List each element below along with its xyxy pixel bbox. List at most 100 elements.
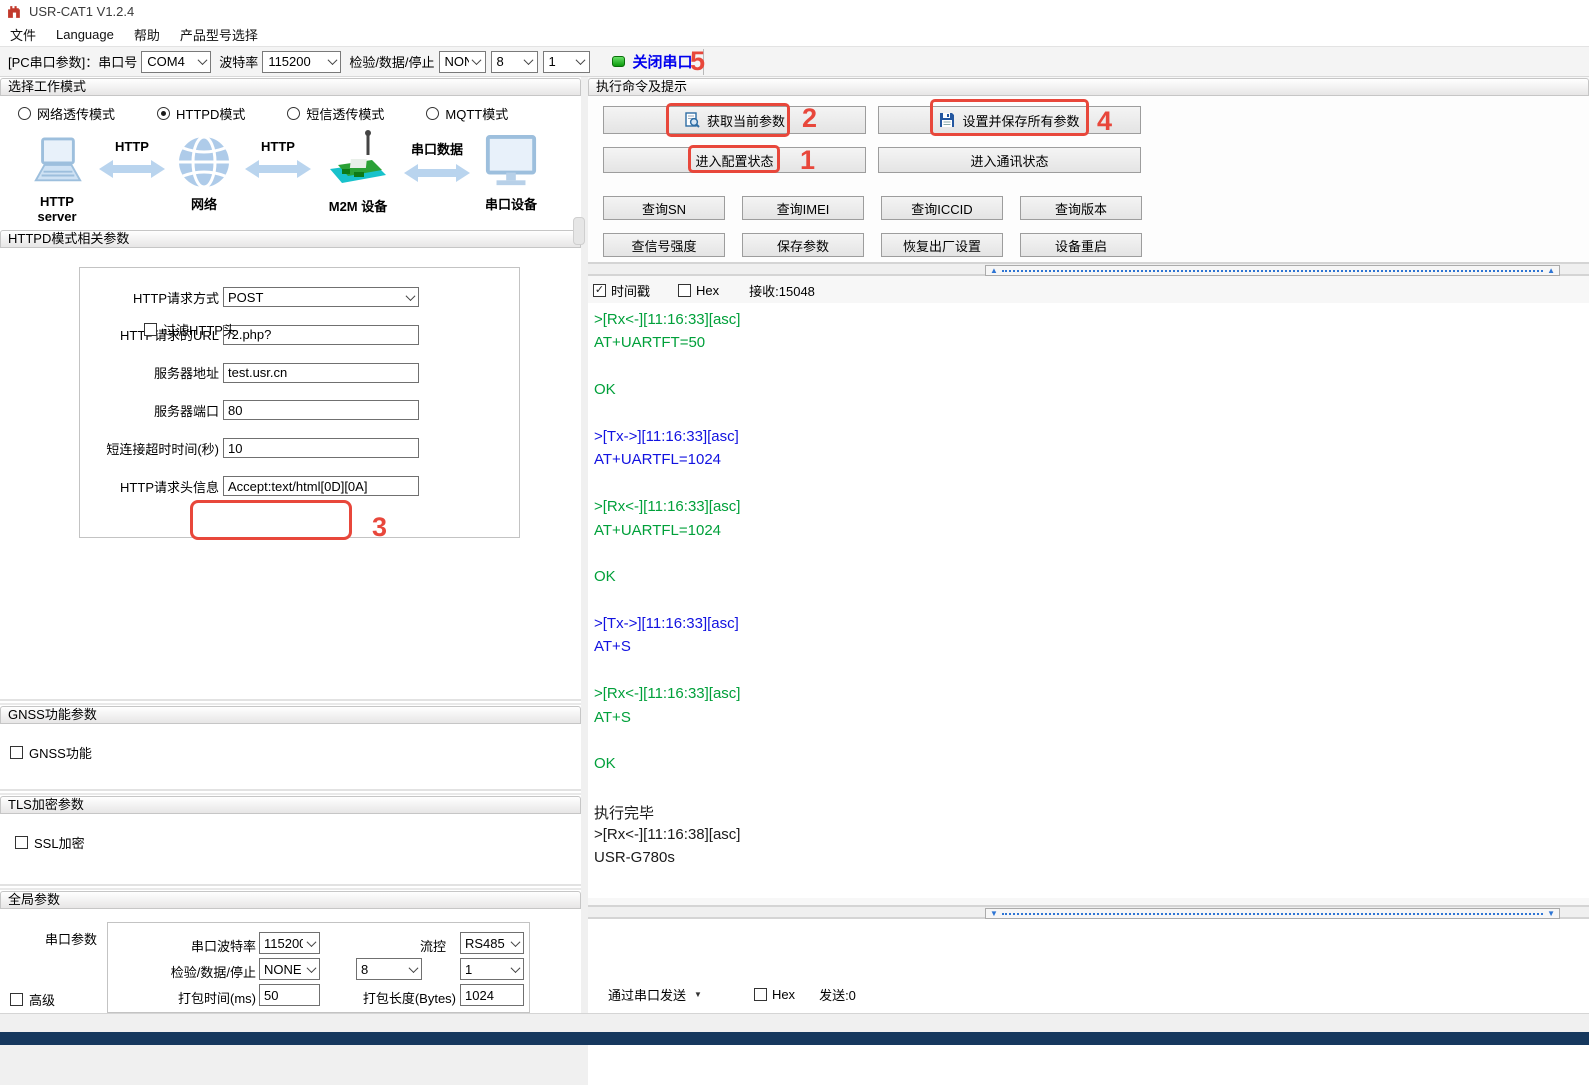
annotation-number-2: 2 <box>802 103 817 134</box>
global-baud-label: 串口波特率 <box>132 936 256 955</box>
global-baud-select[interactable]: 115200 <box>259 932 320 954</box>
hex-checkbox-row[interactable]: Hex <box>678 283 719 298</box>
log-splitter[interactable]: ▲ ▲ <box>588 262 1589 276</box>
global-stopbits-select[interactable]: 1 <box>460 958 524 980</box>
field-input[interactable] <box>223 438 419 458</box>
checkbox-icon[interactable] <box>144 323 157 336</box>
work-mode-option[interactable]: HTTPD模式 <box>157 104 245 123</box>
chevron-down-icon <box>507 959 523 979</box>
parity-label: 检验/数据/停止 <box>349 52 434 71</box>
global-parity-select[interactable]: NONE <box>259 958 320 980</box>
field-input-text[interactable] <box>224 326 418 344</box>
checkbox-icon[interactable] <box>678 284 691 297</box>
log-line <box>594 475 1589 498</box>
diagram-link-http2: HTTP <box>240 139 316 183</box>
filter-http-label: 过滤HTTP头 <box>163 320 236 339</box>
mode-diagram: HTTP server HTTP 网络 HTTP <box>22 129 562 229</box>
menu-item[interactable]: 帮助 <box>124 22 170 47</box>
com-port-select[interactable]: COM4 <box>141 51 211 73</box>
log-line <box>594 358 1589 381</box>
annotation-number-4: 4 <box>1097 106 1112 137</box>
diagram-link-serial: 串口数据 <box>394 139 480 187</box>
checkbox-checked-icon[interactable]: ✓ <box>593 284 606 297</box>
annotation-box-3 <box>190 500 352 540</box>
parity-select[interactable]: NONI <box>439 51 486 73</box>
form-field-row: 服务器端口 <box>80 400 510 420</box>
panel-divider[interactable] <box>581 77 588 1013</box>
field-input[interactable] <box>223 400 419 420</box>
checkbox-icon[interactable] <box>10 993 23 1006</box>
query-button[interactable]: 查询IMEI <box>742 196 864 220</box>
query-button[interactable]: 查询版本 <box>1020 196 1142 220</box>
checkbox-icon[interactable] <box>754 988 767 1001</box>
radio-icon <box>18 107 31 120</box>
filter-http-checkbox-row[interactable]: 过滤HTTP头 <box>144 320 236 339</box>
send-hex-checkbox-row[interactable]: Hex <box>754 987 795 1002</box>
double-arrow-icon <box>404 162 470 184</box>
section-splitter[interactable] <box>0 699 581 705</box>
work-mode-option[interactable]: 网络透传模式 <box>18 104 115 123</box>
annotation-box-2 <box>666 103 790 137</box>
work-mode-option[interactable]: 短信透传模式 <box>287 104 384 123</box>
work-mode-option[interactable]: MQTT模式 <box>426 104 508 123</box>
tls-header: TLS加密参数 <box>0 796 581 814</box>
query-button[interactable]: 保存参数 <box>742 233 864 257</box>
query-button[interactable]: 查信号强度 <box>603 233 725 257</box>
taskbar-strip <box>0 1032 1589 1045</box>
query-button[interactable]: 查询SN <box>603 196 725 220</box>
pc-serial-label: [PC串口参数]：串口号 <box>8 52 137 71</box>
close-port-button[interactable]: 关闭串口 <box>633 51 693 72</box>
splitter-handle[interactable]: ▲ ▲ <box>985 265 1560 276</box>
field-label: HTTP请求头信息 <box>80 477 219 496</box>
log-line: OK <box>594 755 1589 778</box>
splitter-handle[interactable]: ▼ ▼ <box>985 908 1560 919</box>
query-buttons-row1: 查询SN 查询IMEI 查询ICCID 查询版本 <box>603 196 1142 220</box>
command-header: 执行命令及提示 <box>588 78 1589 96</box>
global-databits-select[interactable]: 8 <box>356 958 422 980</box>
menu-item[interactable]: Language <box>46 24 124 45</box>
advanced-checkbox-row[interactable]: 高级 <box>10 990 55 1009</box>
chevron-down-icon <box>303 933 319 953</box>
checkbox-icon[interactable] <box>15 836 28 849</box>
log-line: >[Rx<-][11:16:38][asc] <box>594 826 1589 849</box>
field-input-text[interactable] <box>224 401 418 419</box>
serial-log[interactable]: >[Rx<-][11:16:33][asc]AT+UARTFT=50OK>[Tx… <box>588 303 1589 898</box>
field-input-text[interactable] <box>224 364 418 382</box>
baud-select[interactable]: 115200 <box>262 51 341 73</box>
enter-comm-state-button[interactable]: 进入通讯状态 <box>878 147 1141 173</box>
send-via-serial-button[interactable]: 通过串口发送 ▼ <box>602 982 708 1007</box>
annotation-box-1 <box>688 145 780 173</box>
query-button[interactable]: 恢复出厂设置 <box>881 233 1003 257</box>
timestamp-checkbox-row[interactable]: ✓ 时间戳 <box>593 281 650 300</box>
double-arrow-icon <box>245 158 311 180</box>
scrollbar-thumb[interactable] <box>573 217 585 245</box>
field-input[interactable] <box>223 476 419 496</box>
field-input-text[interactable] <box>224 477 418 495</box>
diagram-link-http1: HTTP <box>94 139 170 183</box>
ssl-checkbox-row[interactable]: SSL加密 <box>15 833 85 852</box>
query-button[interactable]: 设备重启 <box>1020 233 1142 257</box>
field-input-text[interactable] <box>224 439 418 457</box>
chevron-down-icon <box>324 52 340 72</box>
packlen-input[interactable]: 1024 <box>460 984 524 1006</box>
radio-icon <box>157 107 170 120</box>
log-line: OK <box>594 381 1589 404</box>
section-splitter[interactable] <box>0 789 581 795</box>
checkbox-icon[interactable] <box>10 746 23 759</box>
field-input[interactable] <box>223 287 419 307</box>
field-input[interactable] <box>223 325 419 345</box>
send-hex-label: Hex <box>772 987 795 1002</box>
menu-item[interactable]: 文件 <box>0 22 46 47</box>
send-splitter[interactable]: ▼ ▼ <box>588 905 1589 919</box>
field-input-text[interactable] <box>224 288 402 306</box>
query-button[interactable]: 查询ICCID <box>881 196 1003 220</box>
section-splitter[interactable] <box>0 884 581 890</box>
databits-select[interactable]: 8 <box>491 51 538 73</box>
gnss-checkbox-row[interactable]: GNSS功能 <box>10 743 92 762</box>
flow-select[interactable]: RS485 <box>460 932 524 954</box>
annotation-box-4 <box>930 99 1089 136</box>
field-input[interactable] <box>223 363 419 383</box>
menu-item[interactable]: 产品型号选择 <box>170 22 268 47</box>
packtime-input[interactable]: 50 <box>259 984 320 1006</box>
stopbits-select[interactable]: 1 <box>543 51 590 73</box>
